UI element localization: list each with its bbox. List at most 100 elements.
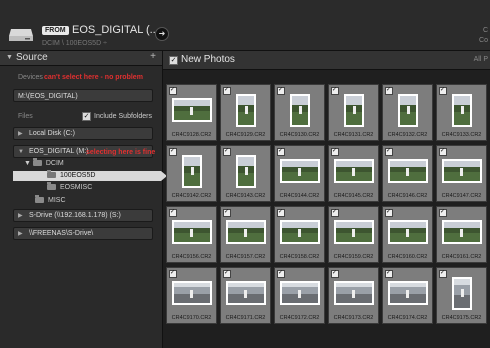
photo-cell[interactable]: CR4C9159.CR2 (328, 206, 379, 263)
photo-thumbnail[interactable] (334, 159, 374, 183)
photo-cell[interactable]: CR4C9142.CR2 (166, 145, 217, 202)
s-drive-row[interactable]: ▶ S-Drive (\\192.168.1.178) (S:) (13, 209, 153, 222)
photo-filename: CR4C9160.CR2 (387, 254, 428, 260)
photo-thumbnail[interactable] (388, 281, 428, 305)
expand-triangle-icon[interactable]: ▶ (18, 128, 23, 140)
photo-checkbox[interactable] (169, 269, 177, 278)
photo-cell[interactable]: CR4C9131.CR2 (328, 84, 379, 141)
photo-thumbnail[interactable] (452, 277, 472, 310)
photo-checkbox[interactable] (277, 147, 285, 156)
go-arrow-button[interactable]: ➜ (155, 27, 169, 41)
photo-checkbox[interactable] (277, 86, 285, 95)
photo-checkbox[interactable] (439, 86, 447, 95)
photo-cell[interactable]: CR4C9171.CR2 (220, 267, 271, 324)
photo-thumbnail[interactable] (388, 220, 428, 244)
photo-cell[interactable]: CR4C9156.CR2 (166, 206, 217, 263)
device-field[interactable]: M:\(EOS_DIGITAL) (13, 89, 153, 102)
photo-checkbox[interactable] (439, 208, 447, 217)
all-photos-tab[interactable]: All P (474, 56, 488, 63)
photo-thumbnail[interactable] (236, 155, 256, 188)
photo-checkbox[interactable] (169, 208, 177, 217)
photo-thumbnail[interactable] (334, 281, 374, 305)
collapse-triangle-icon[interactable]: ▼ (24, 160, 33, 167)
photo-cell[interactable]: CR4C9173.CR2 (328, 267, 379, 324)
photo-thumbnail[interactable] (290, 94, 310, 127)
photo-checkbox[interactable] (169, 86, 177, 95)
expand-triangle-icon[interactable]: ▶ (18, 228, 23, 240)
photo-checkbox[interactable] (223, 269, 231, 278)
photo-cell[interactable]: CR4C9172.CR2 (274, 267, 325, 324)
photo-checkbox[interactable] (331, 208, 339, 217)
photo-thumbnail[interactable] (452, 94, 472, 127)
tree-item-100eos5d[interactable]: 100EOS5D (47, 170, 95, 179)
expand-triangle-icon[interactable]: ▶ (18, 210, 23, 222)
photo-thumbnail[interactable] (334, 220, 374, 244)
collapse-triangle-icon[interactable]: ▼ (6, 54, 13, 61)
tree-item-dcim[interactable]: ▼ DCIM (24, 158, 64, 167)
photo-cell[interactable]: CR4C9157.CR2 (220, 206, 271, 263)
photo-cell[interactable]: CR4C9175.CR2 (436, 267, 487, 324)
photo-cell[interactable]: CR4C9160.CR2 (382, 206, 433, 263)
photo-thumbnail[interactable] (388, 159, 428, 183)
photo-checkbox[interactable] (223, 208, 231, 217)
photo-checkbox[interactable] (385, 208, 393, 217)
photo-thumbnail[interactable] (280, 220, 320, 244)
photo-checkbox[interactable] (439, 147, 447, 156)
photo-cell[interactable]: CR4C9170.CR2 (166, 267, 217, 324)
photo-cell[interactable]: CR4C9161.CR2 (436, 206, 487, 263)
tree-item-misc[interactable]: MISC (35, 195, 66, 204)
photo-thumbnail[interactable] (236, 94, 256, 127)
photo-thumbnail[interactable] (182, 155, 202, 188)
photo-checkbox[interactable] (331, 269, 339, 278)
photo-cell[interactable]: CR4C9132.CR2 (382, 84, 433, 141)
photo-cell[interactable]: CR4C9130.CR2 (274, 84, 325, 141)
collapse-triangle-icon[interactable]: ▼ (18, 146, 24, 158)
photo-thumbnail[interactable] (172, 281, 212, 305)
photo-checkbox[interactable] (169, 147, 177, 156)
photo-checkbox[interactable] (331, 86, 339, 95)
source-panel-header[interactable]: ▼ Source + (0, 51, 162, 66)
photo-filename: CR4C9170.CR2 (171, 315, 212, 321)
photo-thumbnail[interactable] (344, 94, 364, 127)
photo-thumbnail[interactable] (226, 220, 266, 244)
new-photos-checkbox[interactable]: ✓ (169, 56, 178, 65)
photo-checkbox[interactable] (223, 86, 231, 95)
photo-cell[interactable]: CR4C9158.CR2 (274, 206, 325, 263)
photo-filename: CR4C9142.CR2 (171, 193, 212, 199)
photo-cell[interactable]: CR4C9145.CR2 (328, 145, 379, 202)
photo-checkbox[interactable] (331, 147, 339, 156)
photo-cell[interactable]: CR4C9128.CR2 (166, 84, 217, 141)
photo-thumbnail[interactable] (442, 159, 482, 183)
photo-checkbox[interactable] (277, 208, 285, 217)
local-disk-row[interactable]: ▶ Local Disk (C:) (13, 127, 153, 140)
photo-cell[interactable]: CR4C9147.CR2 (436, 145, 487, 202)
photo-thumbnail[interactable] (172, 98, 212, 122)
photo-filename: CR4C9175.CR2 (441, 315, 482, 321)
photo-checkbox[interactable] (223, 147, 231, 156)
photo-cell[interactable]: CR4C9133.CR2 (436, 84, 487, 141)
photo-cell[interactable]: CR4C9174.CR2 (382, 267, 433, 324)
include-subfolders-checkbox[interactable]: ✓ (82, 112, 91, 121)
photo-cell[interactable]: CR4C9143.CR2 (220, 145, 271, 202)
photo-thumbnail[interactable] (226, 281, 266, 305)
photo-checkbox[interactable] (385, 147, 393, 156)
photo-checkbox[interactable] (385, 269, 393, 278)
freenas-row[interactable]: ▶ \\FREENAS\S-Drive\ (13, 227, 153, 240)
photo-thumbnail[interactable] (398, 94, 418, 127)
photo-cell[interactable]: CR4C9144.CR2 (274, 145, 325, 202)
tree-item-eosmisc[interactable]: EOSMISC (47, 182, 93, 191)
photo-thumbnail[interactable] (172, 220, 212, 244)
photo-thumbnail[interactable] (280, 281, 320, 305)
source-title[interactable]: EOS_DIGITAL (... (72, 24, 159, 36)
photo-thumbnail[interactable] (442, 220, 482, 244)
add-source-icon[interactable]: + (150, 51, 156, 62)
photo-cell[interactable]: CR4C9146.CR2 (382, 145, 433, 202)
thumbnail-fig (299, 106, 303, 115)
photo-thumbnail[interactable] (280, 159, 320, 183)
tree-label-eosmisc: EOSMISC (60, 184, 93, 191)
photo-cell[interactable]: CR4C9129.CR2 (220, 84, 271, 141)
photo-checkbox[interactable] (277, 269, 285, 278)
photo-checkbox[interactable] (439, 269, 447, 278)
photo-checkbox[interactable] (385, 86, 393, 95)
source-path[interactable]: DCIM \ 100EOS5D ÷ (42, 40, 107, 47)
